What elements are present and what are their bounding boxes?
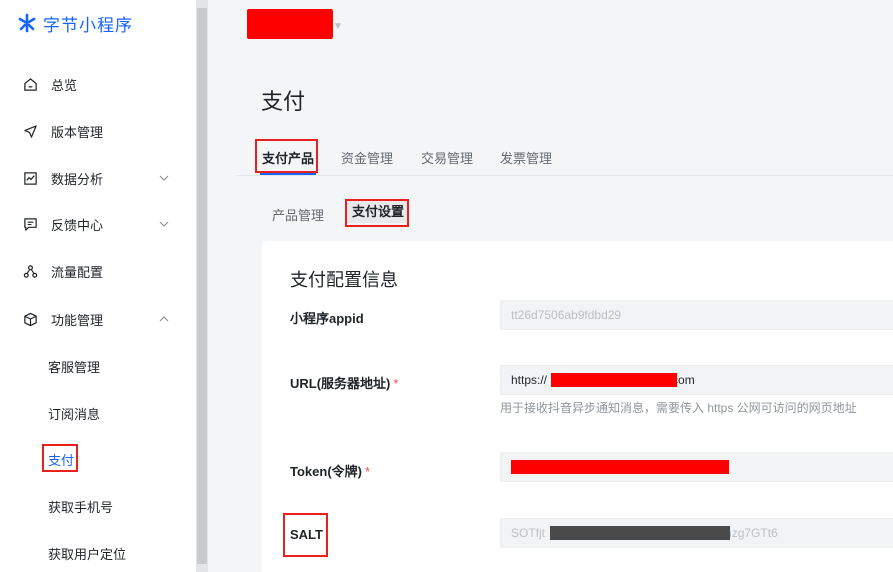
- app-name-redaction: [247, 9, 333, 39]
- chevron-down-icon: [159, 175, 169, 181]
- message-icon: [21, 215, 39, 233]
- sidebar: 字节小程序 总览 版本管理 数据分析 反馈中心 流量配置 功能管理 客服管理 订…: [0, 0, 196, 572]
- sidebar-item-overview[interactable]: 总览: [0, 67, 196, 101]
- home-icon: [21, 75, 39, 93]
- share-icon: [21, 262, 39, 280]
- appid-label-text: 小程序appid: [290, 311, 364, 326]
- highlight-box-salt: [283, 513, 328, 557]
- highlight-box-subtab: [345, 199, 409, 227]
- sidebar-item-versions[interactable]: 版本管理: [0, 114, 196, 148]
- app-switcher-chevron-icon[interactable]: ▼: [333, 21, 343, 32]
- sidebar-item-traffic[interactable]: 流量配置: [0, 254, 196, 288]
- chevron-up-icon: [159, 316, 169, 322]
- salt-mask: [550, 526, 730, 540]
- sidebar-item-label: 数据分析: [51, 171, 104, 187]
- sidebar-item-feedback[interactable]: 反馈中心: [0, 207, 196, 241]
- chevron-down-icon: [159, 221, 169, 227]
- sidebar-item-analytics[interactable]: 数据分析: [0, 161, 196, 195]
- token-label: Token(令牌) *: [290, 461, 370, 480]
- chart-icon: [21, 169, 39, 187]
- token-redaction: [511, 460, 729, 474]
- required-mark: *: [393, 376, 399, 391]
- sidebar-item-features[interactable]: 功能管理: [0, 302, 196, 336]
- appid-input[interactable]: tt26d7506ab9fdbd29: [500, 300, 893, 330]
- salt-value-suffix: nzg7GTt6: [725, 526, 778, 540]
- sidebar-item-label: 反馈中心: [51, 217, 104, 233]
- token-label-text: Token(令牌): [290, 464, 362, 479]
- highlight-box-tab: [255, 139, 318, 173]
- sidebar-subitem-label: 客服管理: [48, 359, 101, 375]
- card-title: 支付配置信息: [290, 270, 398, 290]
- sidebar-item-label: 流量配置: [51, 264, 104, 280]
- subtab-product-management[interactable]: 产品管理: [272, 205, 324, 224]
- page-title: 支付: [261, 89, 306, 114]
- required-mark: *: [364, 464, 371, 479]
- sidebar-subitem-label: 获取手机号: [48, 499, 114, 515]
- url-help-text: 用于接收抖音异步通知消息，需要传入 https 公网可访问的网页地址: [500, 401, 857, 415]
- tab-invoice-management[interactable]: 发票管理: [500, 148, 552, 167]
- url-label-text: URL(服务器地址): [290, 376, 391, 391]
- cube-icon: [21, 310, 39, 328]
- url-label: URL(服务器地址) *: [290, 373, 398, 392]
- sidebar-subitem-location[interactable]: 获取用户定位: [0, 537, 196, 569]
- sidebar-subitem-subscription[interactable]: 订阅消息: [0, 397, 196, 429]
- brand-name: 字节小程序: [43, 15, 133, 35]
- tabs-divider: [236, 175, 893, 176]
- sidebar-item-label: 版本管理: [51, 124, 104, 140]
- sidebar-subitem-label: 获取用户定位: [48, 546, 127, 562]
- sidebar-subitem-label: 订阅消息: [48, 406, 101, 422]
- bytedance-logo-icon: [18, 13, 36, 33]
- url-redaction: [551, 373, 677, 387]
- salt-value-prefix: SOTfjt: [511, 526, 546, 540]
- url-value-prefix: https://: [511, 373, 548, 387]
- sidebar-item-label: 功能管理: [51, 312, 104, 328]
- tab-active-indicator: [260, 173, 316, 175]
- send-icon: [21, 122, 39, 140]
- brand-logo[interactable]: 字节小程序: [16, 10, 133, 36]
- sidebar-subitem-customer-service[interactable]: 客服管理: [0, 350, 196, 382]
- highlight-box-payment: [42, 444, 78, 472]
- sidebar-subitem-payment[interactable]: 支付: [0, 443, 196, 475]
- appid-value: tt26d7506ab9fdbd29: [511, 308, 622, 322]
- appid-label: 小程序appid: [290, 308, 364, 327]
- sidebar-scrollbar-thumb[interactable]: [197, 8, 207, 564]
- tab-fund-management[interactable]: 资金管理: [341, 148, 393, 167]
- sidebar-subitem-phone[interactable]: 获取手机号: [0, 490, 196, 522]
- sidebar-item-label: 总览: [51, 77, 78, 93]
- tab-transaction-management[interactable]: 交易管理: [421, 148, 473, 167]
